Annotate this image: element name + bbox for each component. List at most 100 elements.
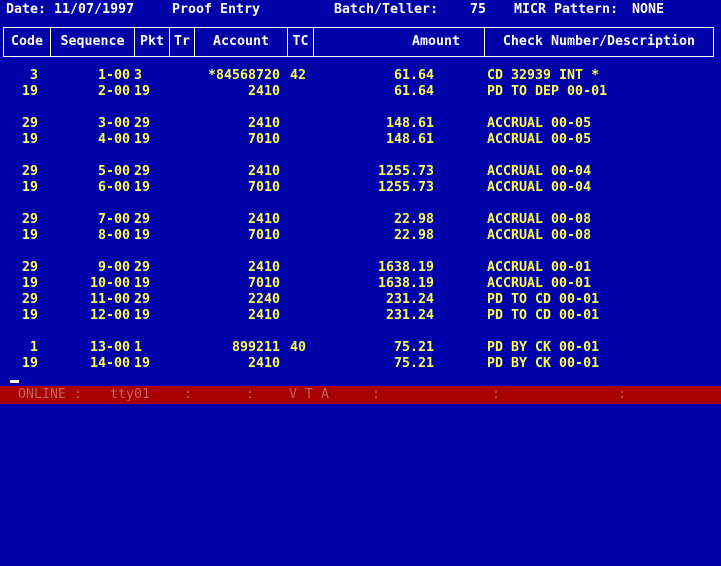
transaction-row: 19 12-00 19 2410 231.24 PD TO CD 00-01 xyxy=(0,308,721,324)
cell-pkt: 19 xyxy=(134,228,151,243)
cell-description: ACCRUAL 00-05 xyxy=(487,132,592,147)
terminal-screen: { "topbar": { "date": "Date: 11/07/1997"… xyxy=(0,0,721,406)
cell-sequence: 6-00 xyxy=(97,180,130,195)
cell-sequence: 1-00 xyxy=(97,68,130,83)
cell-account: 2410 xyxy=(247,212,280,227)
cell-sequence: 4-00 xyxy=(97,132,130,147)
transaction-row: 29 11-00 29 2240 231.24 PD TO CD 00-01 xyxy=(0,292,721,308)
cell-account: 2240 xyxy=(247,292,280,307)
cell-pkt: 1 xyxy=(134,340,143,355)
cell-pkt: 29 xyxy=(134,212,151,227)
cell-description: ACCRUAL 00-08 xyxy=(487,228,592,243)
cell-amount: 148.61 xyxy=(385,116,434,131)
cell-account: 7010 xyxy=(247,276,280,291)
cell-account: 2410 xyxy=(247,84,280,99)
cell-code: 19 xyxy=(21,84,38,99)
cell-amount: 75.21 xyxy=(393,340,434,355)
status-bar: ONLINE : tty01 : : V T A : : : xyxy=(0,386,721,404)
cell-code: 29 xyxy=(21,292,38,307)
batch-teller-label: Batch/Teller: xyxy=(334,2,439,17)
transaction-row: 29 3-00 29 2410 148.61 ACCRUAL 00-05 xyxy=(0,116,721,132)
cell-sequence: 7-00 xyxy=(97,212,130,227)
cell-description: ACCRUAL 00-04 xyxy=(487,180,592,195)
cell-description: PD TO DEP 00-01 xyxy=(487,84,608,99)
cell-amount: 22.98 xyxy=(393,212,434,227)
cell-description: ACCRUAL 00-01 xyxy=(487,276,592,291)
header-tr: Tr xyxy=(170,28,195,56)
transaction-row: 1 13-00 1 899211 40 75.21 PD BY CK 00-01 xyxy=(0,340,721,356)
cell-description: ACCRUAL 00-04 xyxy=(487,164,592,179)
text-cursor xyxy=(10,380,19,383)
cell-sequence: 3-00 xyxy=(97,116,130,131)
cell-amount: 1638.19 xyxy=(377,260,434,275)
cell-pkt: 19 xyxy=(134,84,151,99)
cell-amount: 1255.73 xyxy=(377,180,434,195)
cell-amount: 61.64 xyxy=(393,84,434,99)
cell-pkt: 19 xyxy=(134,132,151,147)
header-sequence: Sequence xyxy=(51,28,135,56)
cell-description: PD BY CK 00-01 xyxy=(487,356,600,371)
cell-account: *84568720 xyxy=(207,68,280,83)
cell-amount: 231.24 xyxy=(385,292,434,307)
cell-pkt: 19 xyxy=(134,356,151,371)
cell-pkt: 19 xyxy=(134,276,151,291)
cell-code: 19 xyxy=(21,276,38,291)
status-tty: tty01 xyxy=(110,387,151,402)
cell-sequence: 8-00 xyxy=(97,228,130,243)
transaction-row: 19 6-00 19 7010 1255.73 ACCRUAL 00-04 xyxy=(0,180,721,196)
cell-description: PD BY CK 00-01 xyxy=(487,340,600,355)
cell-pkt: 29 xyxy=(134,116,151,131)
cell-sequence: 13-00 xyxy=(89,340,130,355)
cell-amount: 1638.19 xyxy=(377,276,434,291)
cell-description: PD TO CD 00-01 xyxy=(487,292,600,307)
cell-amount: 61.64 xyxy=(393,68,434,83)
cell-sequence: 14-00 xyxy=(89,356,130,371)
cell-code: 19 xyxy=(21,132,38,147)
cell-pkt: 19 xyxy=(134,308,151,323)
transaction-row: 29 9-00 29 2410 1638.19 ACCRUAL 00-01 xyxy=(0,260,721,276)
transaction-row: 19 14-00 19 2410 75.21 PD BY CK 00-01 xyxy=(0,356,721,372)
cell-pkt: 3 xyxy=(134,68,143,83)
transaction-row: 19 8-00 19 7010 22.98 ACCRUAL 00-08 xyxy=(0,228,721,244)
header-account: Account xyxy=(195,28,288,56)
cell-pkt: 29 xyxy=(134,164,151,179)
cell-pkt: 29 xyxy=(134,292,151,307)
cell-description: ACCRUAL 00-05 xyxy=(487,116,592,131)
cell-code: 29 xyxy=(21,164,38,179)
transaction-row: 29 7-00 29 2410 22.98 ACCRUAL 00-08 xyxy=(0,212,721,228)
micr-pattern-label: MICR Pattern: xyxy=(514,2,619,17)
cell-sequence: 2-00 xyxy=(97,84,130,99)
cell-code: 29 xyxy=(21,260,38,275)
micr-pattern-value: NONE xyxy=(632,2,665,17)
transaction-row: 19 2-00 19 2410 61.64 PD TO DEP 00-01 xyxy=(0,84,721,100)
cell-amount: 1255.73 xyxy=(377,164,434,179)
cell-description: ACCRUAL 00-08 xyxy=(487,212,592,227)
status-divider: : xyxy=(74,387,83,402)
cell-tc: 42 xyxy=(290,68,307,83)
cell-amount: 148.61 xyxy=(385,132,434,147)
column-header-row: Code Sequence Pkt Tr Account TC Amount C… xyxy=(3,27,714,57)
cell-account: 899211 xyxy=(231,340,280,355)
status-divider: : xyxy=(184,387,193,402)
cell-description: CD 32939 INT * xyxy=(487,68,600,83)
transaction-row: 19 10-00 19 7010 1638.19 ACCRUAL 00-01 xyxy=(0,276,721,292)
cell-account: 2410 xyxy=(247,116,280,131)
cell-code: 1 xyxy=(29,340,38,355)
cell-sequence: 10-00 xyxy=(89,276,130,291)
cell-account: 7010 xyxy=(247,132,280,147)
cell-code: 19 xyxy=(21,356,38,371)
top-info-bar: Date: 11/07/1997 Proof Entry Batch/Telle… xyxy=(0,2,721,18)
cell-amount: 231.24 xyxy=(385,308,434,323)
status-divider: : xyxy=(618,387,627,402)
transaction-row: 29 5-00 29 2410 1255.73 ACCRUAL 00-04 xyxy=(0,164,721,180)
status-divider: : xyxy=(246,387,255,402)
status-online: ONLINE xyxy=(18,387,67,402)
cell-code: 19 xyxy=(21,228,38,243)
cell-description: ACCRUAL 00-01 xyxy=(487,260,592,275)
header-amount: Amount xyxy=(314,28,485,56)
cell-sequence: 9-00 xyxy=(97,260,130,275)
status-vta: V T A xyxy=(289,387,330,402)
transaction-row: 19 4-00 19 7010 148.61 ACCRUAL 00-05 xyxy=(0,132,721,148)
status-divider: : xyxy=(492,387,501,402)
cell-account: 7010 xyxy=(247,228,280,243)
